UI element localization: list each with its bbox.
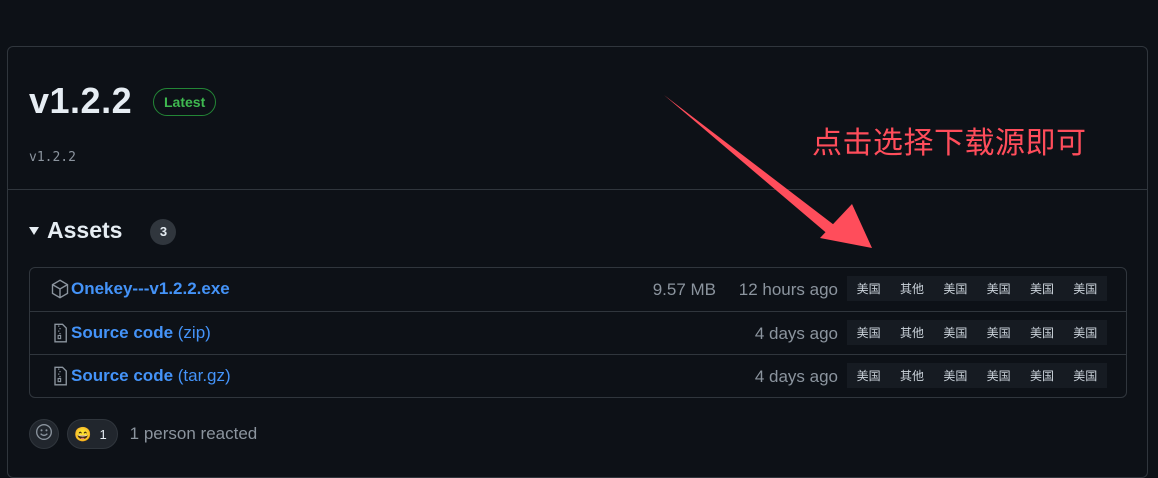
divider bbox=[8, 189, 1147, 190]
assets-count-badge: 3 bbox=[150, 219, 177, 245]
asset-size: 9.57 MB bbox=[652, 280, 716, 299]
mirror-buttons: 美国 其他 美国 美国 美国 美国 bbox=[847, 320, 1107, 345]
asset-row: Source code (tar.gz) 4 days ago 美国 其他 美国… bbox=[30, 354, 1126, 397]
asset-date: 12 hours ago bbox=[738, 280, 838, 299]
asset-date: 4 days ago bbox=[754, 324, 838, 343]
latest-badge: Latest bbox=[153, 88, 217, 116]
asset-name: Onekey---v1.2.2.exe bbox=[71, 279, 230, 298]
mirror-button[interactable]: 美国 bbox=[939, 367, 971, 384]
mirror-button[interactable]: 其他 bbox=[896, 367, 928, 384]
release-title[interactable]: v1.2.2 bbox=[29, 80, 132, 122]
mirror-button[interactable]: 其他 bbox=[896, 324, 928, 341]
caret-down-icon bbox=[29, 227, 39, 235]
mirror-button[interactable]: 美国 bbox=[1026, 367, 1058, 384]
reaction-emoji: 😄 bbox=[74, 425, 92, 442]
reactions-bar: 😄 1 1 person reacted bbox=[29, 419, 257, 449]
mirror-button[interactable]: 美国 bbox=[853, 367, 885, 384]
assets-toggle[interactable]: Assets 3 bbox=[29, 215, 177, 245]
asset-name: Source code bbox=[71, 323, 174, 342]
mirror-buttons: 美国 其他 美国 美国 美国 美国 bbox=[847, 276, 1107, 301]
asset-ext: (zip) bbox=[173, 323, 211, 342]
mirror-button[interactable]: 美国 bbox=[1069, 367, 1101, 384]
reaction-count: 1 bbox=[99, 426, 107, 442]
file-zip-icon bbox=[50, 366, 70, 386]
mirror-button[interactable]: 其他 bbox=[896, 280, 928, 297]
reaction-summary: 1 person reacted bbox=[129, 424, 258, 443]
mirror-buttons: 美国 其他 美国 美国 美国 美国 bbox=[847, 363, 1107, 388]
smiley-icon bbox=[35, 423, 53, 446]
mirror-button[interactable]: 美国 bbox=[983, 280, 1015, 297]
file-zip-icon bbox=[50, 323, 70, 343]
release-tag[interactable]: v1.2.2 bbox=[29, 150, 76, 165]
release-card: v1.2.2 Latest v1.2.2 Assets 3 Onekey---v… bbox=[7, 46, 1148, 478]
mirror-button[interactable]: 美国 bbox=[939, 280, 971, 297]
package-icon bbox=[50, 279, 70, 299]
mirror-button[interactable]: 美国 bbox=[1069, 324, 1101, 341]
asset-link-zip[interactable]: Source code (zip) bbox=[71, 323, 211, 343]
asset-ext: (tar.gz) bbox=[173, 366, 231, 385]
annotation-text: 点击选择下载源即可 bbox=[812, 127, 1087, 160]
mirror-button[interactable]: 美国 bbox=[983, 324, 1015, 341]
add-reaction-button[interactable] bbox=[29, 419, 59, 449]
assets-list: Onekey---v1.2.2.exe 9.57 MB 12 hours ago… bbox=[29, 267, 1127, 398]
mirror-button[interactable]: 美国 bbox=[1026, 280, 1058, 297]
asset-name: Source code bbox=[71, 366, 174, 385]
mirror-button[interactable]: 美国 bbox=[939, 324, 971, 341]
mirror-button[interactable]: 美国 bbox=[853, 280, 885, 297]
mirror-button[interactable]: 美国 bbox=[1069, 280, 1101, 297]
asset-date: 4 days ago bbox=[754, 367, 838, 386]
asset-row: Source code (zip) 4 days ago 美国 其他 美国 美国… bbox=[30, 311, 1126, 354]
mirror-button[interactable]: 美国 bbox=[853, 324, 885, 341]
asset-link-exe[interactable]: Onekey---v1.2.2.exe bbox=[71, 279, 230, 299]
reaction-pill[interactable]: 😄 1 bbox=[67, 419, 118, 449]
asset-row: Onekey---v1.2.2.exe 9.57 MB 12 hours ago… bbox=[30, 268, 1126, 310]
asset-link-targz[interactable]: Source code (tar.gz) bbox=[71, 366, 231, 386]
assets-heading: Assets bbox=[47, 216, 123, 243]
mirror-button[interactable]: 美国 bbox=[983, 367, 1015, 384]
mirror-button[interactable]: 美国 bbox=[1026, 324, 1058, 341]
